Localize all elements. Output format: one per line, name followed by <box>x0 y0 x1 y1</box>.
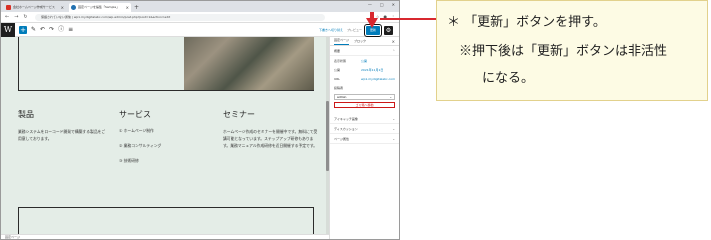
hero-image[interactable] <box>184 37 314 90</box>
discussion-section[interactable]: ディスカッション ⌄ <box>330 124 399 134</box>
callout-line-3: になる。 <box>482 71 535 86</box>
page-attributes-section[interactable]: ページ属性 ⌄ <box>330 134 399 144</box>
editor-canvas: 製品 業務システムをローコード開発で構築する製品をご用意しております。 サービス… <box>1 37 329 235</box>
instruction-callout: ＊ 「更新」ボタンを押す。 ※押下後は「更新」ボタンは非活性 になる。 <box>436 0 708 101</box>
tab-bar: 会社ホームページ作成サービス × 固定ページを編集「Sample」 × + — … <box>1 1 399 12</box>
callout-line-1: ＊ 「更新」ボタンを押す。 <box>447 15 606 30</box>
info-icon[interactable]: ⓘ <box>58 26 64 34</box>
list-item: ③ 技術研修 <box>119 158 139 163</box>
toolbar-actions: 下書きへ切り替え プレビュー 更新 ⚙ <box>319 23 393 37</box>
wordpress-logo-icon[interactable]: W <box>1 23 15 37</box>
author-value: admin <box>337 95 347 99</box>
close-window-button[interactable]: ✕ <box>392 2 395 7</box>
add-block-button[interactable]: + <box>19 26 27 34</box>
nav-buttons: ← → ↻ <box>5 14 28 20</box>
setting-row: URL wp1.mydigitalabc.com <box>330 74 399 83</box>
setting-label: URL <box>334 76 340 81</box>
content-block[interactable] <box>18 207 314 235</box>
section-title: アイキャッチ画像 <box>334 116 358 121</box>
setting-row: 公開 2021年11月1日 <box>330 65 399 74</box>
column-heading: セミナー <box>223 110 255 119</box>
sidebar-tabs: 固定ページ ブロック × <box>330 37 399 46</box>
services-column[interactable]: サービス ① ホームページ制作 ② 業務コンサルティング ③ 技術研修 <box>119 109 207 173</box>
section-title: ページ属性 <box>334 136 349 141</box>
url-input[interactable]: 保護されていない通信 | wp1.mydigitalabc.com/wp-adm… <box>35 14 325 21</box>
browser-tab-2[interactable]: 固定ページを編集「Sample」 × <box>69 3 131 12</box>
chevron-down-icon: ⌄ <box>389 95 392 99</box>
tab-title: 固定ページを編集「Sample」 <box>78 5 120 9</box>
list-item: ① ホームページ制作 <box>119 128 154 133</box>
tab-page[interactable]: 固定ページ <box>334 37 349 45</box>
status-section-header[interactable]: 概要 ⌃ <box>330 46 399 56</box>
edit-pencil-icon[interactable]: ✎ <box>31 26 36 34</box>
column-heading: サービス <box>119 110 151 119</box>
switch-to-draft-link[interactable]: 下書きへ切り替え <box>319 25 343 35</box>
chevron-down-icon: ⌄ <box>392 126 395 131</box>
setting-value[interactable]: 2021年11月1日 <box>361 68 383 72</box>
wordpress-favicon-icon <box>71 5 76 10</box>
settings-sidebar: 固定ページ ブロック × 概要 ⌃ 表示状態 公開 公開 2021年11月1日 … <box>329 37 399 239</box>
window-controls: — □ ✕ <box>368 2 395 7</box>
undo-icon[interactable]: ↶ <box>40 26 45 34</box>
hero-block[interactable] <box>18 37 314 91</box>
close-icon[interactable]: × <box>126 3 129 12</box>
featured-image-section[interactable]: アイキャッチ画像 ⌄ <box>330 114 399 124</box>
author-select[interactable]: admin ⌄ <box>334 94 395 100</box>
setting-label: 公開 <box>334 67 341 72</box>
address-bar: ← → ↻ 保護されていない通信 | wp1.mydigitalabc.com/… <box>1 12 399 23</box>
setting-value[interactable]: wp1.mydigitalabc.com <box>361 77 395 81</box>
redo-icon[interactable]: ↷ <box>49 26 54 34</box>
callout-line-2: ※押下後は「更新」ボタンは非活性 <box>459 44 668 59</box>
forward-icon[interactable]: → <box>14 14 18 20</box>
maximize-button[interactable]: □ <box>380 2 384 7</box>
tab-block[interactable]: ブロック <box>354 39 366 43</box>
annotation-connector-line <box>380 18 436 20</box>
annotation-arrow-icon <box>366 18 378 28</box>
setting-row: 表示状態 公開 <box>330 56 399 65</box>
close-icon[interactable]: × <box>61 3 64 12</box>
new-tab-icon[interactable]: + <box>134 3 139 12</box>
setting-row: 投稿者 <box>330 83 399 92</box>
move-to-trash-button[interactable]: ゴミ箱へ移動 <box>334 102 395 108</box>
section-title: 概要 <box>334 48 341 53</box>
close-icon[interactable]: × <box>392 39 395 44</box>
column-text: ホームページ作成のセミナーを開催中です。無料にて受講可能となっています。ステップ… <box>223 129 318 148</box>
chevron-up-icon: ⌃ <box>392 48 395 53</box>
column-text: 業務システムをローコード開発で構築する製品をご用意しております。 <box>18 129 106 141</box>
column-heading: 製品 <box>18 110 34 119</box>
browser-window: 会社ホームページ作成サービス × 固定ページを編集「Sample」 × + — … <box>0 0 400 240</box>
list-view-icon[interactable]: ≡ <box>68 26 73 34</box>
back-icon[interactable]: ← <box>5 14 9 20</box>
browser-tab-1[interactable]: 会社ホームページ作成サービス × <box>4 3 66 12</box>
editor-toolbar: W + ✎ ↶ ↷ ⓘ ≡ 下書きへ切り替え プレビュー 更新 ⚙ <box>1 23 399 37</box>
chevron-down-icon: ⌄ <box>392 116 395 121</box>
favicon-icon <box>6 5 11 10</box>
gear-icon[interactable]: ⚙ <box>384 25 393 35</box>
editor-tools: + ✎ ↶ ↷ ⓘ ≡ <box>19 26 73 34</box>
tab-title: 会社ホームページ作成サービス <box>13 5 55 9</box>
list-item: ② 業務コンサルティング <box>119 143 162 148</box>
products-column[interactable]: 製品 業務システムをローコード開発で構築する製品をご用意しております。 <box>18 109 106 142</box>
preview-link[interactable]: プレビュー <box>347 25 362 35</box>
seminar-column[interactable]: セミナー ホームページ作成のセミナーを開催中です。無料にて受講可能となっています… <box>223 109 319 149</box>
setting-label: 表示状態 <box>334 58 347 63</box>
setting-value[interactable]: 公開 <box>361 59 367 63</box>
chevron-down-icon: ⌄ <box>392 136 395 141</box>
setting-label: 投稿者 <box>334 85 344 90</box>
status-bar: 固定ページ <box>1 234 329 239</box>
minimize-button[interactable]: — <box>368 2 372 7</box>
section-title: ディスカッション <box>334 126 358 131</box>
reload-icon[interactable]: ↻ <box>23 14 27 20</box>
